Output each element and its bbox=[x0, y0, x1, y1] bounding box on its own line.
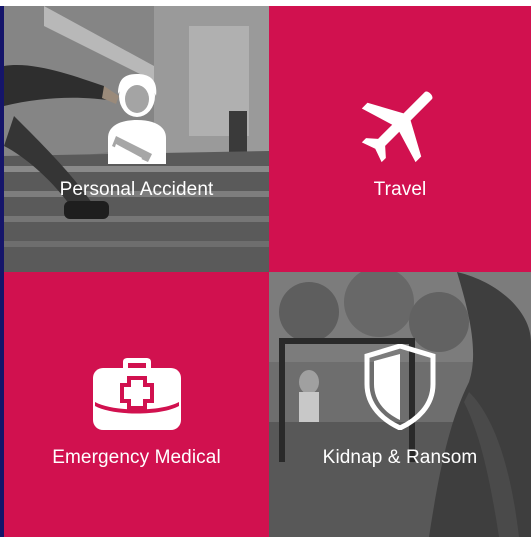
tile-label: Travel bbox=[373, 179, 427, 200]
insurance-category-grid: Personal Accident Travel Emergency Medic… bbox=[4, 6, 531, 537]
tile-kidnap-ransom[interactable]: Kidnap & Ransom bbox=[269, 272, 531, 537]
tile-emergency-medical[interactable]: Emergency Medical bbox=[4, 272, 269, 537]
injured-person-icon bbox=[102, 72, 172, 164]
airplane-icon bbox=[358, 82, 442, 166]
first-aid-kit-icon bbox=[92, 358, 181, 430]
tile-label: Emergency Medical bbox=[52, 447, 221, 468]
tile-personal-accident[interactable]: Personal Accident bbox=[4, 6, 269, 272]
tile-label: Personal Accident bbox=[59, 179, 214, 200]
shield-icon bbox=[363, 344, 437, 430]
tile-travel[interactable]: Travel bbox=[269, 6, 531, 272]
tile-label: Kidnap & Ransom bbox=[322, 447, 478, 468]
